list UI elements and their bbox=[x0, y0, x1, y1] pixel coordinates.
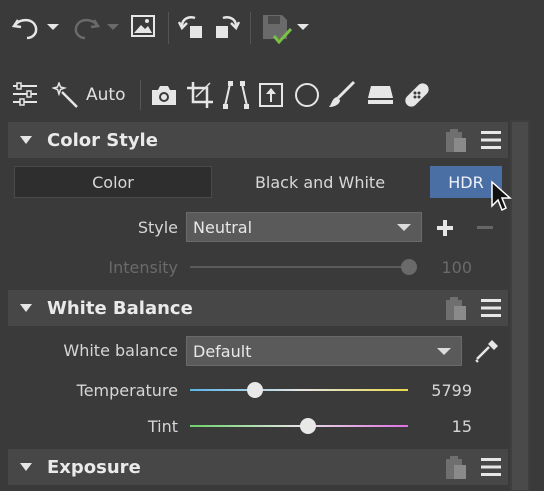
style-label: Style bbox=[137, 218, 178, 237]
temperature-value: 5799 bbox=[431, 381, 472, 400]
style-dropdown[interactable]: Neutral bbox=[186, 212, 422, 242]
top-toolbar bbox=[0, 0, 544, 58]
remove-style-icon bbox=[477, 226, 493, 229]
section-title: Color Style bbox=[47, 130, 158, 151]
camera-icon[interactable] bbox=[150, 84, 178, 106]
section-title: White Balance bbox=[47, 298, 193, 319]
tools-toolbar: Auto bbox=[0, 70, 544, 120]
style-dropdown-value: Neutral bbox=[193, 217, 253, 237]
clipboard-presets-icon[interactable] bbox=[444, 128, 468, 154]
eyedropper-icon[interactable] bbox=[474, 338, 500, 364]
collapse-triangle-icon[interactable] bbox=[20, 304, 32, 312]
exposure-header[interactable]: Exposure bbox=[8, 449, 508, 485]
undo-icon[interactable] bbox=[10, 12, 42, 42]
eraser-icon[interactable] bbox=[366, 84, 394, 106]
white-balance-dropdown-value: Default bbox=[193, 341, 252, 361]
auto-button[interactable]: Auto bbox=[50, 78, 130, 112]
redo-history-chevron-icon bbox=[107, 24, 119, 30]
clipboard-presets-icon[interactable] bbox=[444, 455, 468, 481]
chevron-down-icon bbox=[397, 224, 411, 231]
toolbar-separator bbox=[250, 12, 251, 44]
white-balance-label: White balance bbox=[63, 341, 178, 360]
temperature-slider-track[interactable] bbox=[190, 389, 408, 391]
tint-label: Tint bbox=[147, 417, 178, 436]
section-title: Exposure bbox=[47, 457, 141, 478]
image-compare-icon[interactable] bbox=[130, 14, 156, 38]
temperature-label: Temperature bbox=[76, 381, 178, 400]
intensity-label: Intensity bbox=[108, 258, 178, 277]
menu-icon[interactable] bbox=[480, 457, 502, 477]
brush-icon[interactable] bbox=[328, 80, 356, 110]
menu-icon[interactable] bbox=[480, 298, 502, 318]
magic-wand-icon bbox=[52, 82, 78, 108]
circle-tool-icon[interactable] bbox=[294, 82, 320, 108]
tab-black-and-white-label: Black and White bbox=[254, 172, 386, 192]
auto-label: Auto bbox=[86, 85, 126, 105]
tint-value: 15 bbox=[451, 417, 472, 436]
white-balance-dropdown[interactable]: Default bbox=[186, 336, 462, 366]
tab-hdr-label: HDR bbox=[448, 172, 484, 192]
temperature-slider-knob[interactable] bbox=[247, 382, 263, 398]
toolbar-separator bbox=[140, 80, 141, 110]
collapse-triangle-icon[interactable] bbox=[20, 463, 32, 471]
undo-history-chevron-icon[interactable] bbox=[46, 22, 60, 32]
color-style-header[interactable]: Color Style bbox=[8, 122, 508, 158]
menu-icon[interactable] bbox=[480, 130, 502, 150]
save-icon[interactable] bbox=[260, 12, 294, 46]
chevron-down-icon bbox=[437, 348, 451, 355]
clipboard-presets-icon[interactable] bbox=[444, 296, 468, 322]
collapse-triangle-icon[interactable] bbox=[20, 136, 32, 144]
white-balance-header[interactable]: White Balance bbox=[8, 290, 508, 326]
straighten-icon[interactable] bbox=[258, 82, 284, 108]
redo-icon bbox=[74, 18, 101, 40]
save-options-chevron-icon[interactable] bbox=[296, 22, 310, 32]
rotate-left-icon[interactable] bbox=[178, 12, 208, 44]
panel-scrollbar-thumb[interactable] bbox=[512, 122, 528, 490]
healing-bandage-icon[interactable] bbox=[402, 80, 432, 110]
intensity-value: 100 bbox=[441, 258, 472, 277]
adjustments-icon[interactable] bbox=[12, 82, 38, 106]
tab-color-label: Color bbox=[92, 172, 134, 192]
crop-icon[interactable] bbox=[186, 80, 214, 110]
mouse-cursor-icon bbox=[491, 180, 512, 212]
perspective-icon[interactable] bbox=[222, 80, 250, 110]
tint-slider-track[interactable] bbox=[190, 425, 408, 427]
intensity-slider-track bbox=[190, 266, 408, 268]
tint-slider-knob[interactable] bbox=[300, 418, 316, 434]
tab-black-and-white[interactable]: Black and White bbox=[214, 166, 426, 198]
add-style-icon[interactable] bbox=[436, 219, 454, 237]
tab-color[interactable]: Color bbox=[14, 166, 212, 198]
rotate-right-icon[interactable] bbox=[210, 12, 240, 44]
toolbar-separator bbox=[168, 12, 169, 44]
